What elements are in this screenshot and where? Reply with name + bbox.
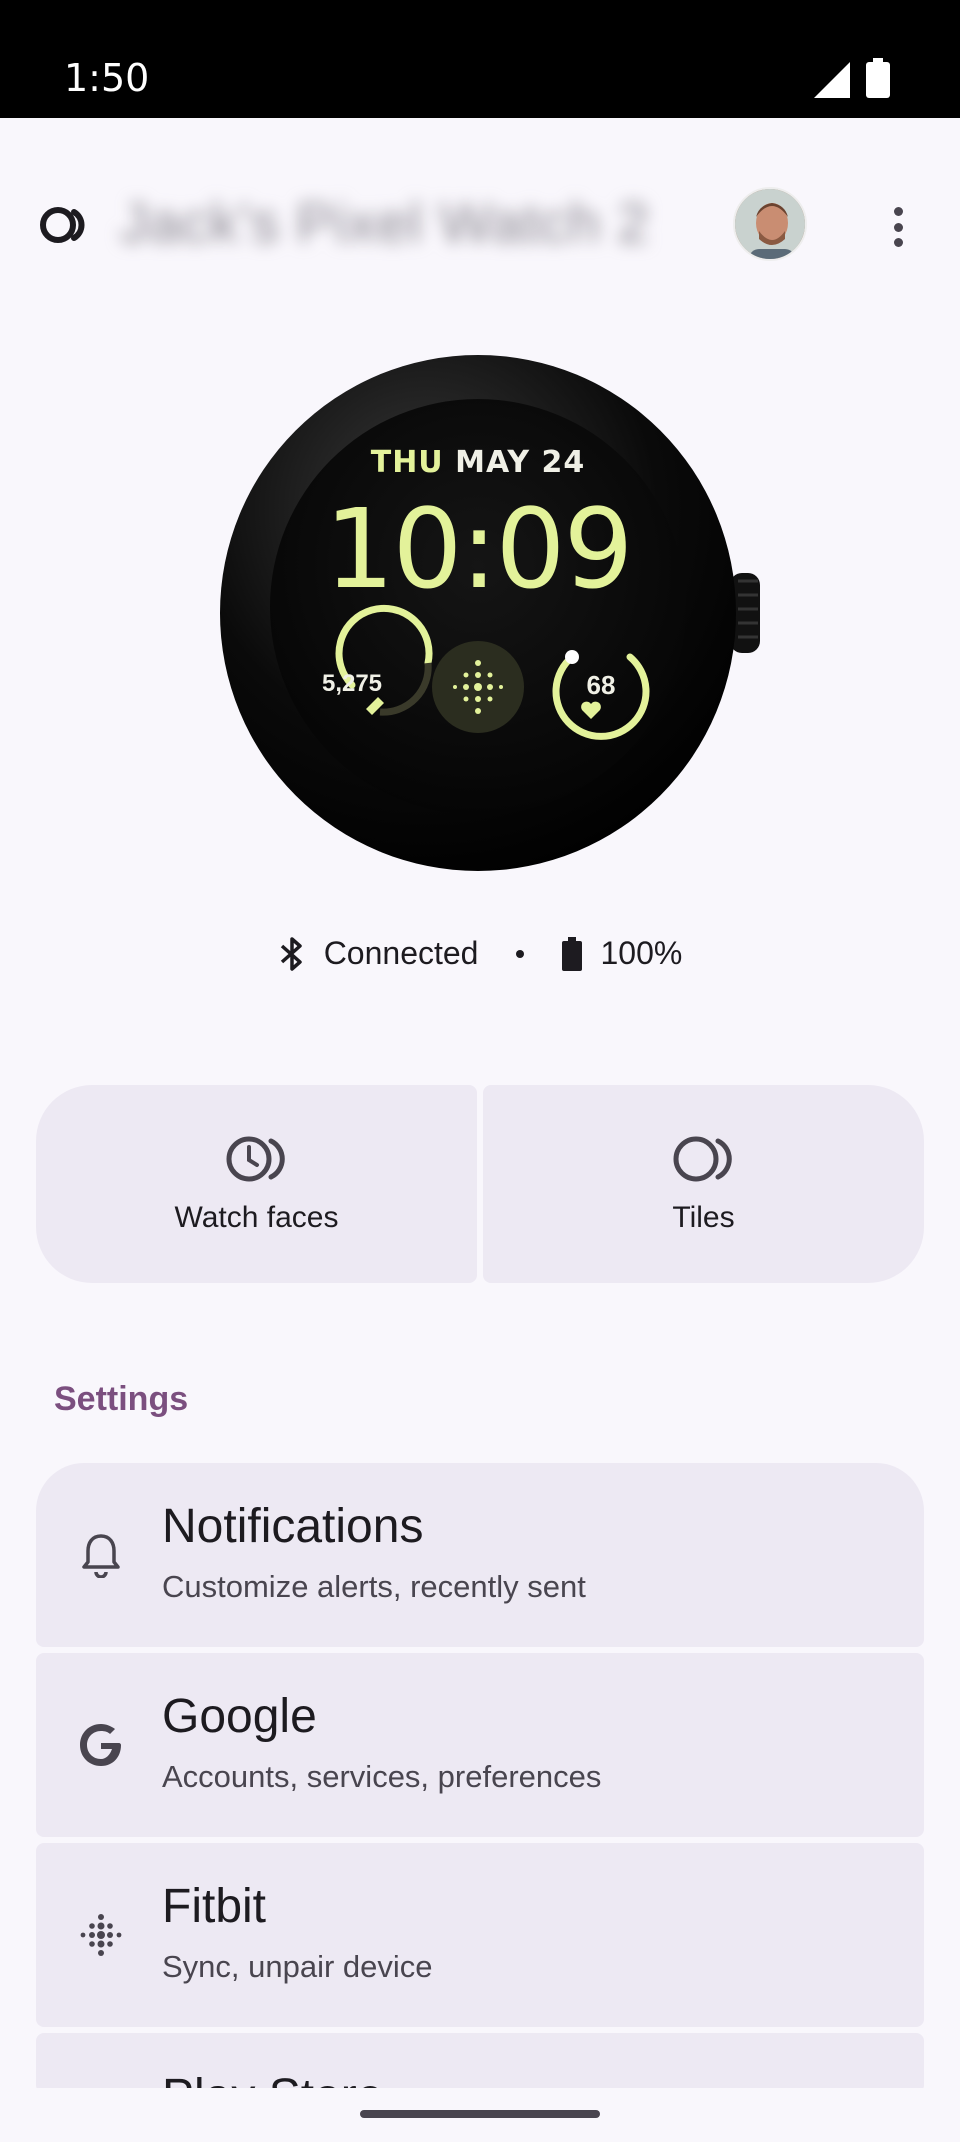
setting-title: Notifications [162, 1500, 424, 1553]
settings-item-notifications[interactable]: Notifications Customize alerts, recently… [36, 1463, 924, 1647]
bell-icon [82, 1534, 120, 1578]
watch-faces-label: Watch faces [174, 1201, 339, 1234]
setting-subtitle: Accounts, services, preferences [162, 1759, 602, 1794]
device-name[interactable]: Jack's Pixel Watch 2 [120, 190, 650, 255]
settings-item-play-store[interactable]: Play Store [36, 2033, 924, 2093]
status-time: 1:50 [64, 56, 150, 100]
wear-os-logo-icon [40, 207, 85, 243]
signal-icon [814, 62, 850, 98]
watch-heart-rate: 68 [586, 670, 616, 700]
settings-section-title: Settings [54, 1380, 189, 1418]
status-bar: 1:50 [0, 0, 960, 118]
watch-preview[interactable]: THU MAY 24 10:09 5,275 68 [210, 345, 790, 885]
setting-subtitle: Sync, unpair device [162, 1949, 433, 1984]
settings-item-google[interactable]: Google Accounts, services, preferences [36, 1653, 924, 1837]
fitbit-icon [80, 1914, 122, 1956]
settings-item-fitbit[interactable]: Fitbit Sync, unpair device [36, 1843, 924, 2027]
tiles-icon [673, 1136, 732, 1182]
separator-dot [516, 949, 525, 958]
tiles-label: Tiles [672, 1201, 735, 1234]
watch-day: THU [370, 445, 444, 480]
connection-status: Connected 100% [0, 935, 960, 972]
watch-date-line: THU MAY 24 [210, 445, 746, 480]
watch-steps: 5,275 [321, 670, 383, 697]
bluetooth-icon [280, 936, 302, 971]
more-options-button[interactable] [880, 202, 916, 252]
battery-icon [866, 58, 890, 98]
app-header: Jack's Pixel Watch 2 [0, 150, 960, 300]
more-vert-icon [893, 207, 903, 216]
battery-status-icon [562, 936, 583, 971]
connection-text: Connected [323, 935, 479, 971]
status-icons [814, 58, 890, 98]
setting-title: Fitbit [162, 1880, 267, 1933]
gesture-navigation-bar[interactable] [360, 2110, 600, 2118]
setting-subtitle: Customize alerts, recently sent [162, 1569, 586, 1604]
setting-title: Google [162, 1690, 317, 1743]
google-icon [80, 1724, 121, 1766]
watch-faces-button[interactable]: Watch faces [36, 1085, 477, 1283]
watch-time: 10:09 [324, 485, 633, 613]
battery-text: 100% [600, 935, 683, 971]
avatar[interactable] [733, 187, 807, 261]
settings-list: Notifications Customize alerts, recently… [36, 1463, 924, 2099]
watch-illustration [220, 355, 760, 871]
tiles-button[interactable]: Tiles [483, 1085, 924, 1283]
watch-face-icon [226, 1136, 285, 1182]
avatar-image [735, 189, 805, 259]
watch-date: MAY 24 [455, 445, 586, 480]
quick-actions: Watch faces Tiles [36, 1085, 924, 1283]
